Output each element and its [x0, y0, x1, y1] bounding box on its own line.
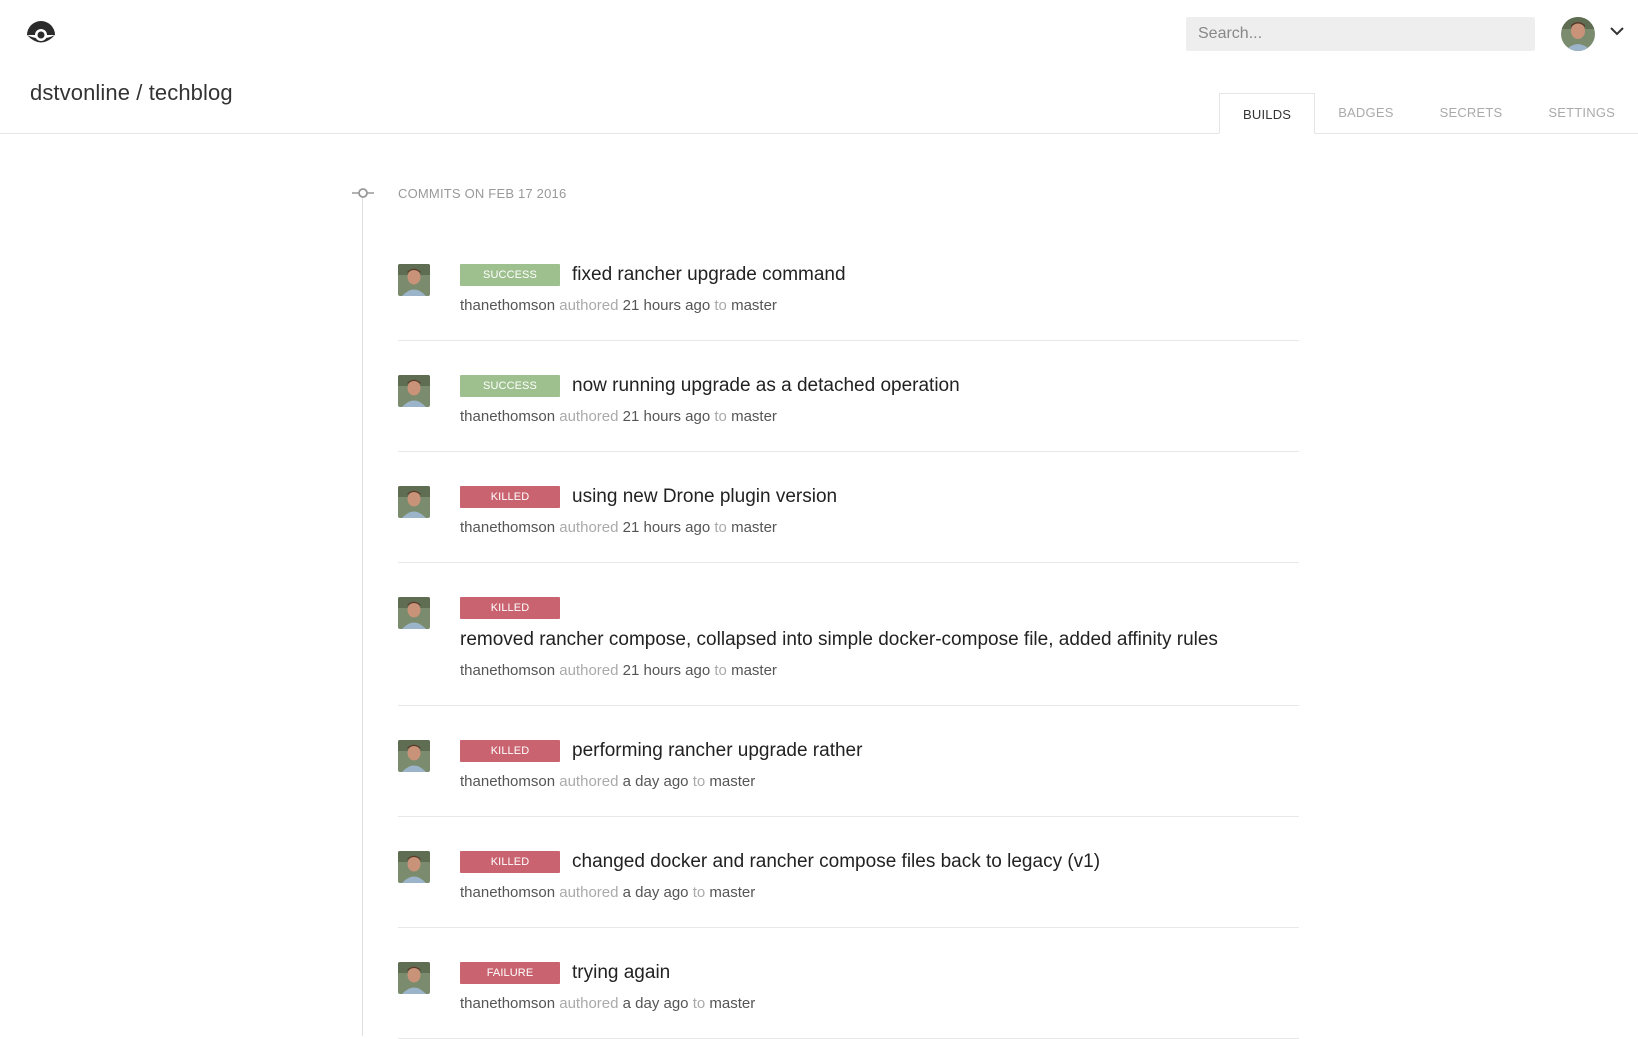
build-item[interactable]: KILLED removed rancher compose, collapsed…: [398, 563, 1299, 706]
branch-name: master: [731, 408, 777, 425]
repo-tabs: BUILDS BADGES SECRETS SETTINGS: [1219, 93, 1638, 134]
drone-logo-icon[interactable]: [25, 18, 57, 48]
status-badge: KILLED: [460, 597, 560, 619]
authored-label: authored: [559, 408, 619, 425]
build-item[interactable]: KILLED changed docker and rancher compose…: [398, 817, 1299, 928]
branch-name: master: [731, 662, 777, 679]
status-badge: KILLED: [460, 851, 560, 873]
tab-secrets[interactable]: SECRETS: [1417, 93, 1526, 134]
to-label: to: [692, 995, 706, 1012]
author-avatar-icon: [398, 597, 430, 629]
branch-name: master: [709, 884, 756, 901]
author-name: thanethomson: [460, 297, 556, 314]
status-badge: SUCCESS: [460, 375, 560, 397]
build-time: 21 hours ago: [622, 519, 711, 536]
authored-label: authored: [559, 662, 619, 679]
to-label: to: [714, 519, 727, 536]
authored-label: authored: [559, 519, 619, 536]
build-item[interactable]: SUCCESS now running upgrade as a detached…: [398, 341, 1299, 452]
author-avatar-icon: [398, 486, 430, 518]
authored-label: authored: [559, 297, 619, 314]
commit-message[interactable]: fixed rancher upgrade command: [572, 264, 846, 285]
branch-name: master: [731, 519, 777, 536]
authored-label: authored: [559, 995, 619, 1012]
commit-icon: [352, 188, 374, 198]
build-time: 21 hours ago: [622, 408, 711, 425]
status-badge: KILLED: [460, 486, 560, 508]
commit-message[interactable]: removed rancher compose, collapsed into …: [460, 629, 1299, 651]
status-badge: FAILURE: [460, 962, 560, 984]
to-label: to: [714, 662, 727, 679]
to-label: to: [714, 408, 727, 425]
build-meta: thanethomson authored a day ago to maste…: [460, 995, 1299, 1012]
author-name: thanethomson: [460, 884, 556, 901]
page-title: dstvonline / techblog: [30, 80, 233, 105]
build-item[interactable]: SUCCESS fixed rancher upgrade command tha…: [398, 230, 1299, 341]
author-avatar-icon: [398, 264, 430, 296]
commit-message[interactable]: changed docker and rancher compose files…: [572, 851, 1100, 872]
branch-name: master: [709, 995, 756, 1012]
author-avatar-icon: [398, 851, 430, 883]
commit-message[interactable]: now running upgrade as a detached operat…: [572, 375, 960, 396]
build-time: a day ago: [622, 995, 689, 1012]
commit-group-header: COMMITS ON FEB 17 2016: [398, 186, 567, 201]
status-badge: KILLED: [460, 740, 560, 762]
search-input[interactable]: [1186, 17, 1535, 51]
build-item[interactable]: FAILURE trying again thanethomson authore…: [398, 928, 1299, 1039]
status-badge: SUCCESS: [460, 264, 560, 286]
build-meta: thanethomson authored a day ago to maste…: [460, 773, 1299, 790]
tab-builds[interactable]: BUILDS: [1219, 93, 1316, 134]
build-meta: thanethomson authored 21 hours ago to ma…: [460, 662, 1299, 679]
build-meta: thanethomson authored a day ago to maste…: [460, 884, 1299, 901]
build-item[interactable]: KILLED using new Drone plugin version tha…: [398, 452, 1299, 563]
tab-divider: [0, 133, 1638, 134]
to-label: to: [692, 884, 706, 901]
build-time: 21 hours ago: [622, 297, 711, 314]
tab-settings[interactable]: SETTINGS: [1525, 93, 1638, 134]
authored-label: authored: [559, 773, 619, 790]
commit-message[interactable]: performing rancher upgrade rather: [572, 740, 862, 761]
timeline-line: [362, 195, 363, 1036]
author-avatar-icon: [398, 962, 430, 994]
to-label: to: [714, 297, 727, 314]
build-list: SUCCESS fixed rancher upgrade command tha…: [398, 230, 1299, 1039]
user-avatar-icon[interactable]: [1561, 17, 1595, 51]
commit-message[interactable]: using new Drone plugin version: [572, 486, 837, 507]
author-avatar-icon: [398, 375, 430, 407]
build-time: a day ago: [622, 884, 689, 901]
build-meta: thanethomson authored 21 hours ago to ma…: [460, 519, 1299, 536]
chevron-down-icon[interactable]: [1609, 23, 1625, 39]
commit-message[interactable]: trying again: [572, 962, 670, 983]
authored-label: authored: [559, 884, 619, 901]
user-menu[interactable]: [1561, 17, 1631, 51]
build-time: 21 hours ago: [622, 662, 711, 679]
author-avatar-icon: [398, 740, 430, 772]
to-label: to: [692, 773, 706, 790]
author-name: thanethomson: [460, 773, 556, 790]
branch-name: master: [709, 773, 756, 790]
branch-name: master: [731, 297, 777, 314]
build-meta: thanethomson authored 21 hours ago to ma…: [460, 408, 1299, 425]
build-meta: thanethomson authored 21 hours ago to ma…: [460, 297, 1299, 314]
author-name: thanethomson: [460, 519, 556, 536]
tab-badges[interactable]: BADGES: [1315, 93, 1416, 134]
author-name: thanethomson: [460, 995, 556, 1012]
build-time: a day ago: [622, 773, 689, 790]
author-name: thanethomson: [460, 408, 556, 425]
author-name: thanethomson: [460, 662, 556, 679]
build-item[interactable]: KILLED performing rancher upgrade rather …: [398, 706, 1299, 817]
